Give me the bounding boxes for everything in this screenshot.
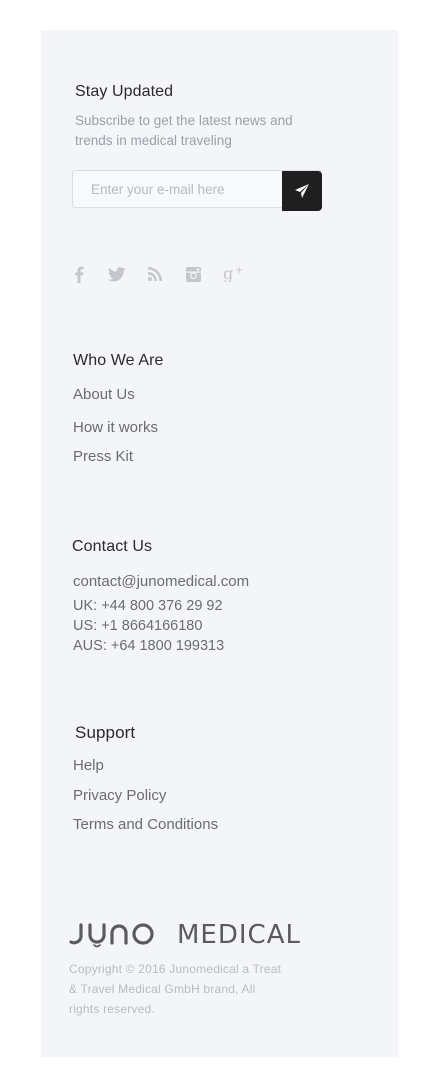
logo-medical-text: MEDICAL	[177, 920, 301, 950]
contact-phone-aus: AUS: +64 1800 199313	[73, 638, 225, 654]
contact-email-link[interactable]: contact@junomedical.com	[73, 573, 249, 590]
svg-text:g: g	[223, 264, 233, 282]
paper-plane-icon	[295, 184, 309, 198]
subscribe-button[interactable]	[282, 171, 322, 211]
twitter-icon[interactable]	[107, 264, 127, 284]
link-press-kit[interactable]: Press Kit	[73, 448, 133, 465]
junomedical-logo[interactable]: MEDICAL	[69, 919, 301, 951]
instagram-icon[interactable]	[185, 264, 201, 284]
contact-phone-us: US: +1 8664166180	[73, 618, 203, 634]
link-help[interactable]: Help	[73, 757, 104, 774]
who-we-are-title: Who We Are	[73, 352, 164, 369]
google-plus-icon[interactable]: g +	[223, 263, 245, 283]
support-title: Support	[75, 723, 136, 742]
facebook-icon[interactable]	[72, 264, 86, 284]
juno-logo-mark	[69, 923, 154, 948]
footer-panel: Stay Updated Subscribe to get the latest…	[41, 30, 398, 1057]
stay-updated-title: Stay Updated	[75, 83, 174, 100]
contact-us-title: Contact Us	[72, 538, 153, 555]
rss-icon[interactable]	[147, 264, 163, 284]
link-how-it-works[interactable]: How it works	[73, 419, 158, 436]
contact-phone-uk: UK: +44 800 376 29 92	[73, 598, 223, 614]
svg-text:+: +	[235, 265, 243, 276]
copyright-text: Copyright © 2016 Junomedical a Treat & T…	[69, 962, 282, 1016]
link-terms-and-conditions[interactable]: Terms and Conditions	[73, 816, 218, 833]
link-privacy-policy[interactable]: Privacy Policy	[73, 787, 166, 804]
stay-updated-subtitle: Subscribe to get the latest news and tre…	[75, 113, 293, 148]
link-about-us[interactable]: About Us	[73, 386, 135, 403]
